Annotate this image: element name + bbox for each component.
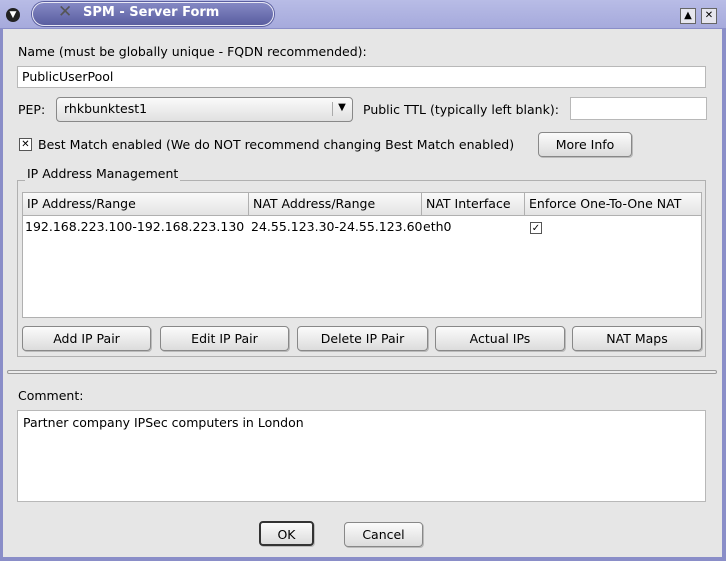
maximize-icon[interactable]: ▲: [680, 8, 696, 24]
column-header-interface[interactable]: NAT Interface: [422, 193, 525, 216]
window-frame-right: [722, 28, 726, 561]
column-header-enforce[interactable]: Enforce One-To-One NAT: [525, 193, 702, 216]
more-info-button[interactable]: More Info: [538, 132, 632, 157]
cancel-button[interactable]: Cancel: [344, 522, 423, 547]
ok-button[interactable]: OK: [259, 521, 314, 546]
nat-maps-button[interactable]: NAT Maps: [572, 326, 702, 351]
pep-label: PEP:: [18, 102, 46, 117]
name-label: Name (must be globally unique - FQDN rec…: [18, 44, 367, 59]
best-match-checkbox[interactable]: ✕: [19, 138, 32, 151]
ttl-input[interactable]: [570, 97, 707, 120]
splitter-handle[interactable]: [7, 370, 717, 374]
title-bar[interactable]: ▼ ✕ SPM - Server Form ▲ ✕: [0, 0, 726, 29]
pep-selected-value: rhkbunktest1: [64, 101, 148, 116]
delete-ip-pair-button[interactable]: Delete IP Pair: [297, 326, 428, 351]
pep-select[interactable]: rhkbunktest1 ▼: [56, 97, 353, 122]
ip-management-title: IP Address Management: [25, 166, 181, 181]
actual-ips-button[interactable]: Actual IPs: [435, 326, 565, 351]
edit-ip-pair-button[interactable]: Edit IP Pair: [160, 326, 289, 351]
close-icon[interactable]: ✕: [701, 8, 717, 24]
app-logo-icon: ✕: [58, 2, 73, 22]
add-ip-pair-button[interactable]: Add IP Pair: [22, 326, 151, 351]
cell-nat: 24.55.123.30-24.55.123.60: [251, 219, 423, 234]
comment-textarea[interactable]: Partner company IPSec computers in Londo…: [17, 410, 706, 502]
window-frame-left: [0, 28, 3, 561]
cell-ip: 192.168.223.100-192.168.223.130: [25, 219, 245, 234]
column-header-nat[interactable]: NAT Address/Range: [249, 193, 422, 216]
column-header-ip[interactable]: IP Address/Range: [23, 193, 249, 216]
window-frame-bottom: [0, 557, 726, 561]
ttl-label: Public TTL (typically left blank):: [363, 102, 559, 117]
best-match-label: Best Match enabled (We do NOT recommend …: [38, 137, 515, 152]
window-menu-icon[interactable]: ▼: [6, 8, 20, 22]
dropdown-arrow-icon[interactable]: ▼: [332, 102, 348, 116]
enforce-nat-checkbox[interactable]: ✓: [530, 222, 542, 234]
ip-table[interactable]: IP Address/Range NAT Address/Range NAT I…: [22, 192, 702, 318]
name-input[interactable]: PublicUserPool: [17, 66, 706, 88]
comment-label: Comment:: [18, 388, 84, 403]
window-title: SPM - Server Form: [83, 5, 220, 20]
cell-interface: eth0: [423, 219, 452, 234]
